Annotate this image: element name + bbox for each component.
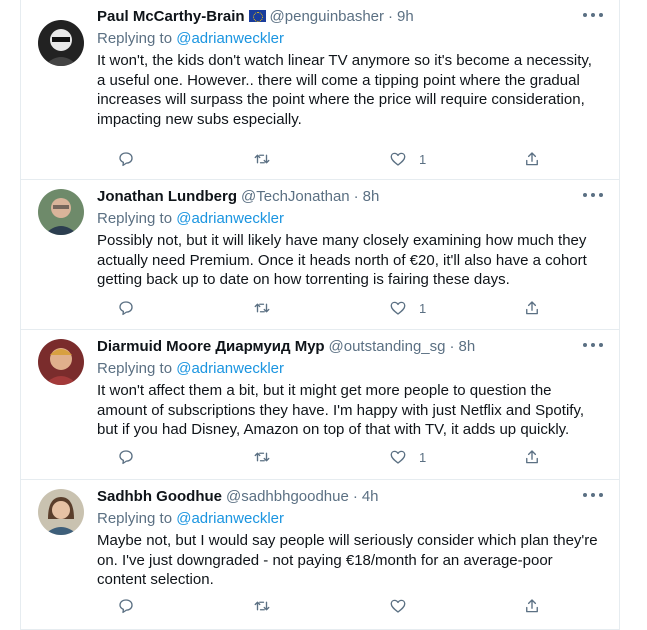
display-name[interactable]: Paul McCarthy-Brain: [97, 8, 245, 25]
replying-to: Replying to @adrianweckler: [97, 360, 284, 377]
avatar[interactable]: [38, 20, 84, 66]
more-icon[interactable]: [583, 188, 603, 202]
reply-button[interactable]: [117, 297, 135, 319]
like-button[interactable]: [389, 595, 419, 617]
user-handle[interactable]: @TechJonathan: [241, 188, 350, 205]
avatar[interactable]: [38, 339, 84, 385]
like-button[interactable]: 1: [389, 297, 426, 319]
like-icon: [390, 152, 406, 166]
tweet-text: Maybe not, but I would say people will s…: [97, 532, 598, 588]
reply-button[interactable]: [117, 595, 135, 617]
user-handle[interactable]: @sadhbhgoodhue: [226, 488, 349, 505]
replying-prefix: Replying to: [97, 510, 173, 527]
like-count: 1: [419, 300, 427, 316]
replying-prefix: Replying to: [97, 210, 173, 227]
tweet-header: Sadhbh Goodhue @sadhbhgoodhue · 4h: [97, 486, 379, 506]
retweet-button[interactable]: [253, 148, 271, 170]
tweet-actions: 1: [97, 148, 538, 170]
timestamp[interactable]: 8h: [363, 188, 380, 205]
more-icon[interactable]: [583, 488, 603, 502]
replying-prefix: Replying to: [97, 360, 173, 377]
timestamp[interactable]: 9h: [397, 8, 414, 25]
timestamp[interactable]: 4h: [362, 488, 379, 505]
like-button[interactable]: 1: [389, 148, 426, 170]
share-icon: [526, 599, 538, 613]
separator: ·: [353, 187, 359, 205]
tweet-header: Jonathan Lundberg @TechJonathan · 8h: [97, 186, 379, 206]
share-icon: [526, 152, 538, 166]
display-name[interactable]: Jonathan Lundberg: [97, 188, 237, 205]
more-icon[interactable]: [583, 338, 603, 352]
retweet-icon: [254, 154, 270, 164]
replying-to: Replying to @adrianweckler: [97, 30, 284, 47]
eu-flag-icon: [248, 10, 266, 22]
like-count: 1: [419, 449, 427, 465]
display-name[interactable]: Diarmuid Moore Диармуид Мур: [97, 338, 325, 355]
replying-to-link[interactable]: @adrianweckler: [176, 360, 284, 377]
separator: ·: [388, 7, 394, 25]
reply-feed: Paul McCarthy-Brain @penguinbasher · 9h …: [20, 0, 620, 630]
share-button[interactable]: [523, 446, 541, 468]
tweet-actions: [97, 595, 538, 617]
like-count: 1: [419, 151, 427, 167]
tweet-actions: 1: [97, 446, 538, 468]
replying-to: Replying to @adrianweckler: [97, 510, 284, 527]
share-button[interactable]: [523, 148, 541, 170]
display-name[interactable]: Sadhbh Goodhue: [97, 488, 222, 505]
like-icon: [390, 301, 406, 315]
reply-icon: [119, 450, 133, 465]
reply-button[interactable]: [117, 446, 135, 468]
tweet-text: It won't affect them a bit, but it might…: [97, 382, 584, 438]
replying-to-link[interactable]: @adrianweckler: [176, 30, 284, 47]
reply-icon: [119, 599, 133, 614]
tweet-header: Diarmuid Moore Диармуид Мур @outstanding…: [97, 336, 475, 356]
like-icon: [390, 599, 406, 613]
replying-prefix: Replying to: [97, 30, 173, 47]
share-button[interactable]: [523, 297, 541, 319]
replying-to-link[interactable]: @adrianweckler: [176, 210, 284, 227]
avatar[interactable]: [38, 189, 84, 235]
user-handle[interactable]: @outstanding_sg: [329, 338, 446, 355]
separator: ·: [449, 337, 455, 355]
avatar[interactable]: [38, 489, 84, 535]
separator: ·: [352, 487, 358, 505]
reply-icon: [119, 152, 133, 167]
user-handle[interactable]: @penguinbasher: [270, 8, 384, 25]
retweet-icon: [254, 303, 270, 313]
share-icon: [526, 301, 538, 315]
retweet-button[interactable]: [253, 595, 271, 617]
retweet-button[interactable]: [253, 297, 271, 319]
retweet-button[interactable]: [253, 446, 271, 468]
like-icon: [390, 450, 406, 464]
tweet-text: Possibly not, but it will likely have ma…: [97, 232, 587, 288]
timestamp[interactable]: 8h: [459, 338, 476, 355]
retweet-icon: [254, 452, 270, 462]
replying-to-link[interactable]: @adrianweckler: [176, 510, 284, 527]
reply-button[interactable]: [117, 148, 135, 170]
tweet-text: It won't, the kids don't watch linear TV…: [97, 52, 592, 128]
more-icon[interactable]: [583, 8, 603, 22]
share-icon: [526, 450, 538, 464]
like-button[interactable]: 1: [389, 446, 426, 468]
replying-to: Replying to @adrianweckler: [97, 210, 284, 227]
share-button[interactable]: [523, 595, 541, 617]
tweet-header: Paul McCarthy-Brain @penguinbasher · 9h: [97, 6, 414, 26]
tweet[interactable]: Diarmuid Moore Диармуид Мур @outstanding…: [21, 330, 619, 480]
tweet[interactable]: Jonathan Lundberg @TechJonathan · 8h Rep…: [21, 180, 619, 330]
tweet[interactable]: Paul McCarthy-Brain @penguinbasher · 9h …: [21, 0, 619, 180]
retweet-icon: [254, 601, 270, 611]
reply-icon: [119, 301, 133, 316]
tweet-actions: 1: [97, 297, 538, 319]
tweet[interactable]: Sadhbh Goodhue @sadhbhgoodhue · 4h Reply…: [21, 480, 619, 630]
